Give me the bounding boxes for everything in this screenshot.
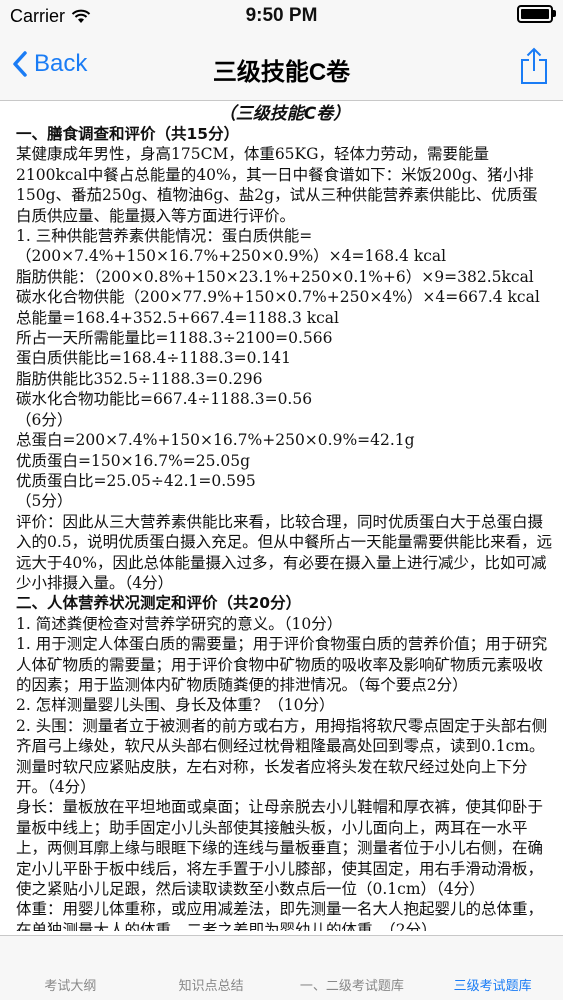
doc-paragraph: 某健康成年男性，身高175CM，体重65KG，轻体力劳动，需要能量2100kca… [16, 145, 538, 225]
doc-paragraph: 碳水化合物供能（200×77.9%+150×0.7%+250×4%）×4=667… [16, 288, 540, 307]
doc-paragraph: 体重：用婴儿体重称，或应用减差法，即先测量一名大人抱起婴儿的总体重，在单独测量大… [16, 900, 544, 931]
share-icon [521, 47, 547, 84]
status-time: 9:50 PM [245, 5, 318, 26]
doc-paragraph: 1. 三种供能营养素供能情况：蛋白质供能=（200×7.4%+150×16.7%… [16, 227, 447, 266]
doc-paragraph: 优质蛋白=150×16.7%=25.05g [16, 451, 251, 470]
status-bar: Carrier 9:50 PM [0, 0, 563, 38]
tab-label: 考试大纲 [44, 978, 97, 993]
tab-level-1-2-question-bank[interactable]: 一、二级考试题库 [282, 936, 423, 1000]
section-heading: 二、人体营养状况测定和评价（共20分） [16, 594, 302, 613]
doc-paragraph: 总能量=168.4+352.5+667.4=1188.3 kcal [16, 308, 340, 327]
doc-paragraph: 蛋白质供能比=168.4÷1188.3=0.141 [16, 349, 291, 368]
doc-paragraph: 脂肪供能：（200×0.8%+150×23.1%+250×0.1%+6）×9=3… [16, 267, 534, 286]
doc-paragraph: 身长：量板放在平坦地面或桌面；让母亲脱去小儿鞋帽和厚衣裤，使其仰卧于量板中线上；… [16, 798, 544, 899]
tab-label: 知识点总结 [178, 978, 244, 993]
doc-paragraph: 碳水化合物功能比=667.4÷1188.3=0.56 [16, 390, 313, 409]
doc-paragraph: 2. 头围：测量者立于被测者的前方或右方，用拇指将软尺零点固定于头部右侧齐眉弓上… [16, 716, 548, 796]
doc-paragraph: 所占一天所需能量比=1188.3÷2100=0.566 [16, 329, 333, 348]
doc-paragraph: 总蛋白=200×7.4%+150×16.7%+250×0.9%=42.1g [16, 431, 415, 450]
tab-level-3-question-bank[interactable]: 三级考试题库 [422, 936, 563, 1000]
doc-paragraph: 1. 用于测定人体蛋白质的需要量；用于评价食物蛋白质的营养价值；用于研究人体矿物… [16, 635, 548, 694]
section-heading: 一、膳食调查和评价（共15分） [16, 125, 240, 143]
doc-paragraph: （5分） [16, 492, 73, 511]
tab-label: 一、二级考试题库 [299, 978, 404, 993]
tab-exam-outline[interactable]: 考试大纲 [0, 936, 141, 1000]
share-button[interactable] [519, 46, 549, 90]
tab-knowledge-summary[interactable]: 知识点总结 [141, 936, 282, 1000]
doc-paragraph: 1. 简述粪便检查对营养学研究的意义。（10分） [16, 614, 343, 633]
tab-label: 三级考试题库 [453, 978, 532, 993]
tab-bar: 考试大纲 知识点总结 一、二级考试题库 三级考试题库 [0, 935, 563, 1000]
doc-paragraph: 优质蛋白比=25.05÷42.1=0.595 [16, 471, 256, 490]
doc-paragraph: 2. 怎样测量婴儿头围、身长及体重？（10分） [16, 696, 335, 715]
doc-paragraph: （6分） [16, 410, 73, 429]
doc-paragraph: 脂肪供能比352.5÷1188.3=0.296 [16, 369, 263, 388]
document-title: （三级技能C卷） [218, 104, 351, 124]
status-right [517, 5, 556, 23]
battery-icon [517, 5, 556, 23]
page-title: 三级技能C卷 [212, 59, 351, 86]
doc-paragraph: 评价：因此从三大营养素供能比来看，比较合理，同时优质蛋白大于总蛋白摄入的0.5，… [16, 512, 553, 592]
navigation-bar: Back 三级技能C卷 [0, 38, 563, 101]
document-content[interactable]: （三级技能C卷） 一、膳食调查和评价（共15分） 某健康成年男性，身高175CM… [0, 101, 563, 931]
